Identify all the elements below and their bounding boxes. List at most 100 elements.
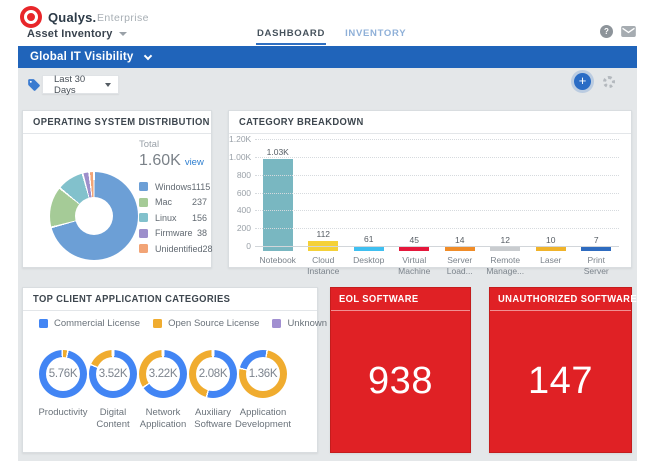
ring-label: Application Development [235, 407, 291, 431]
header-icons: ? [600, 25, 636, 38]
bar-category-label: Server Load... [437, 255, 483, 276]
app-category-rings: 5.76KProductivity3.52KDigital Content3.2… [38, 350, 288, 431]
widget-unauthorized-software[interactable]: UNAUTHORIZED SOFTWARE 147 [489, 287, 632, 453]
os-legend-item: Windows1115 [139, 179, 207, 195]
os-summary: Total 1.60Kview Windows1115Mac237Linux15… [139, 139, 207, 257]
y-axis-tick: 200 [229, 223, 251, 233]
ring-donut-chart: 1.36K [239, 350, 287, 398]
widget-title-bar: TOP CLIENT APPLICATION CATEGORIES [23, 288, 317, 311]
ring-network-application[interactable]: 3.22KNetwork Application [138, 350, 188, 431]
view-link[interactable]: view [185, 157, 204, 168]
ring-value: 3.52K [96, 357, 130, 391]
bar-desktop[interactable]: 61 [346, 139, 392, 251]
y-axis-tick: 1.00K [229, 152, 251, 162]
gridline [255, 139, 619, 140]
gridline [255, 193, 619, 194]
bar-value-label: 10 [546, 235, 555, 245]
os-legend-value: 1115 [192, 182, 211, 192]
y-axis-tick: 800 [229, 170, 251, 180]
settings-gear-icon[interactable] [603, 76, 615, 88]
bar-print-server[interactable]: 7 [574, 139, 620, 251]
bar-laser[interactable]: 10 [528, 139, 574, 251]
bar-value-label: 61 [364, 234, 373, 244]
brand-edition: Enterprise [97, 12, 149, 24]
ring-donut-chart: 3.22K [139, 350, 187, 398]
bar-value-label: 7 [594, 235, 599, 245]
license-legend: Commercial License Open Source License Unk… [39, 318, 340, 329]
chevron-down-icon [144, 51, 152, 59]
dashboard-title: Global IT Visibility [30, 51, 133, 63]
category-bar-chart: 1.03K11261451412107 NotebookCloud Instan… [229, 134, 631, 267]
gridline [255, 246, 619, 247]
bar-cloud-instance[interactable]: 112 [301, 139, 347, 251]
os-legend-item: Mac237 [139, 195, 207, 211]
bar-value-label: 1.03K [267, 147, 289, 157]
os-legend-label: Linux [155, 213, 192, 223]
ring-digital-content[interactable]: 3.52K Digital Content [88, 350, 138, 431]
bar-remote-manage-[interactable]: 12 [483, 139, 529, 251]
widget-category-breakdown: CATEGORY BREAKDOWN 1.03K11261451412107 N… [228, 110, 632, 268]
widget-title: TOP CLIENT APPLICATION CATEGORIES [33, 294, 230, 305]
os-donut-chart[interactable] [50, 172, 138, 260]
ring-value: 2.08K [196, 357, 230, 391]
y-axis-tick: 400 [229, 205, 251, 215]
legend-label: Open Source License [168, 318, 259, 329]
mail-icon[interactable] [621, 26, 636, 37]
dropdown-caret-icon [105, 83, 111, 87]
widget-os-distribution: OPERATING SYSTEM DISTRIBUTION Total 1.60… [22, 110, 212, 268]
os-legend-item: Unidentified28 [139, 241, 207, 257]
ring-productivity[interactable]: 5.76K Productivity [38, 350, 88, 431]
widget-title-bar: OPERATING SYSTEM DISTRIBUTION [23, 111, 211, 134]
bar [581, 247, 611, 251]
bar [263, 159, 293, 251]
bar-category-label: Virtual Machine [392, 255, 438, 276]
tag-filter-icon[interactable] [27, 78, 41, 92]
ring-label: Digital Content [88, 407, 138, 431]
widget-title: UNAUTHORIZED SOFTWARE [498, 294, 637, 305]
dashboard-selector[interactable]: Global IT Visibility [18, 46, 637, 68]
donut-hole [75, 197, 113, 235]
bar [536, 247, 566, 251]
bar-notebook[interactable]: 1.03K [255, 139, 301, 251]
app-picker-asset-inventory[interactable]: Asset Inventory [27, 28, 127, 40]
os-legend: Windows1115Mac237Linux156Firmware38Unide… [139, 179, 207, 257]
ring-auxiliary-software[interactable]: 2.08KAuxiliary Software [188, 350, 238, 431]
legend-commercial-license: Commercial License [39, 318, 140, 329]
widget-title: OPERATING SYSTEM DISTRIBUTION [33, 117, 210, 128]
add-widget-button[interactable]: + [574, 73, 591, 90]
date-range-dropdown[interactable]: Last 30 Days [42, 75, 119, 94]
bar [445, 247, 475, 251]
ring-application-development[interactable]: 1.36K Application Development [238, 350, 288, 431]
legend-unknown: Unknown [272, 318, 327, 329]
qualys-dashboard-app: Qualys. Enterprise Asset Inventory DASHB… [0, 0, 650, 461]
help-icon[interactable]: ? [600, 25, 613, 38]
widget-eol-software[interactable]: EOL SOFTWARE 938 [330, 287, 471, 453]
os-legend-value: 38 [197, 228, 207, 238]
date-range-value: Last 30 Days [54, 74, 105, 96]
brand-name: Qualys. [48, 10, 96, 25]
bar-server-load-[interactable]: 14 [437, 139, 483, 251]
chevron-down-icon [119, 32, 127, 36]
os-legend-label: Windows [155, 182, 192, 192]
os-legend-item: Linux156 [139, 210, 207, 226]
legend-open-source-license: Open Source License [153, 318, 259, 329]
tab-dashboard[interactable]: DASHBOARD [256, 25, 326, 45]
ring-value: 5.76K [46, 357, 80, 391]
bar-category-label: Print Server [574, 255, 620, 276]
os-legend-label: Unidentified [155, 244, 203, 254]
tab-inventory[interactable]: INVENTORY [344, 25, 407, 45]
bar-value-label: 45 [410, 235, 419, 245]
ring-value: 3.22K [146, 357, 180, 391]
gridline [255, 210, 619, 211]
y-axis-tick: 0 [229, 241, 251, 251]
y-axis-tick: 1.20K [229, 134, 251, 144]
os-legend-value: 237 [192, 197, 207, 207]
ring-label: Productivity [38, 407, 87, 419]
bar-value-label: 112 [316, 229, 330, 239]
qualys-logo-icon [20, 6, 42, 28]
firmware-swatch-icon [139, 229, 148, 238]
bar-virtual-machine[interactable]: 45 [392, 139, 438, 251]
gridline [255, 157, 619, 158]
app-header: Qualys. Enterprise Asset Inventory DASHB… [0, 0, 650, 46]
bar [490, 247, 520, 251]
